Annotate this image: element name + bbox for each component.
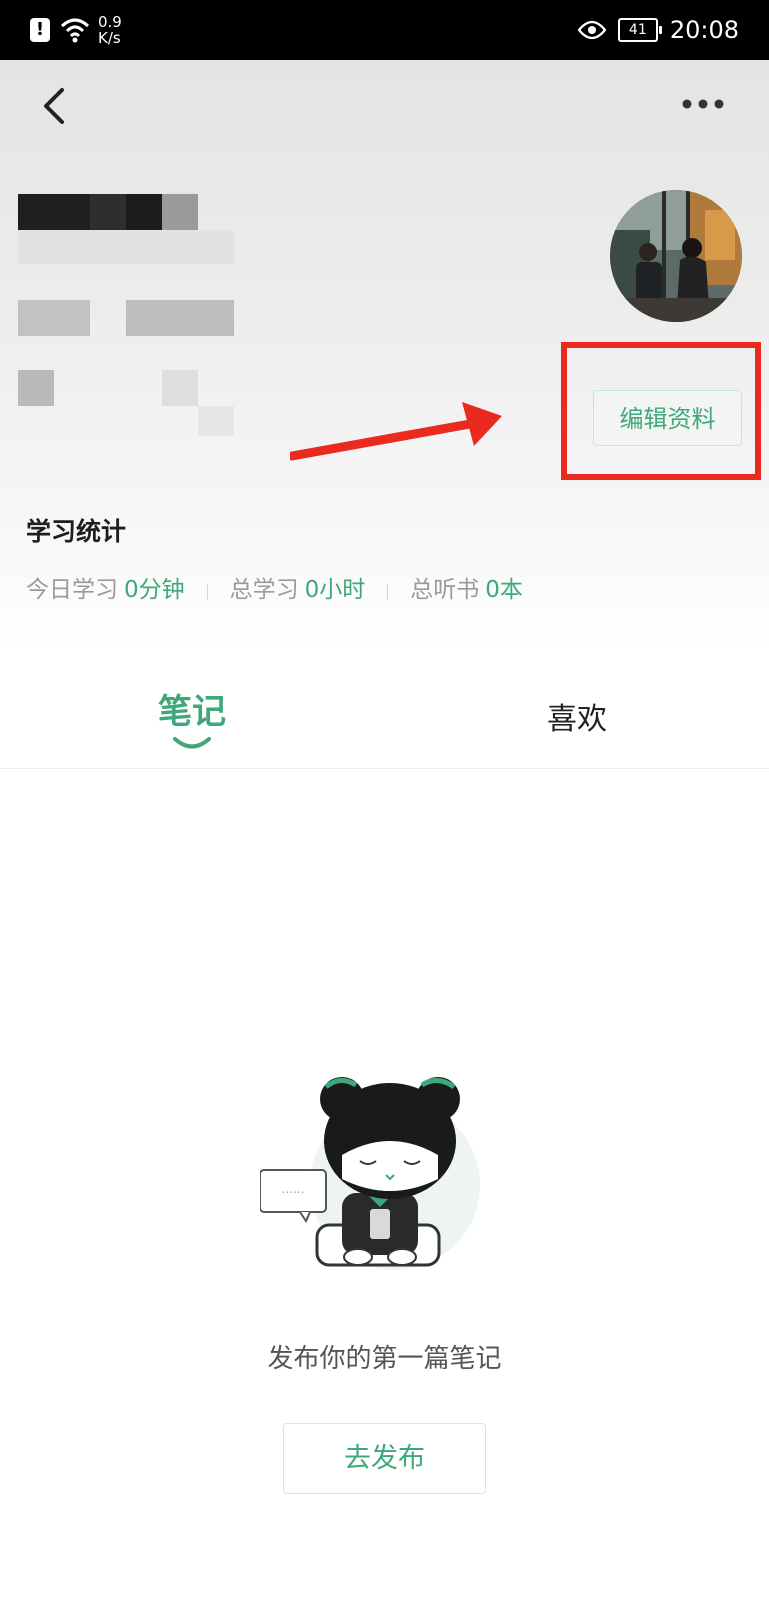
learning-stats-row: 今日学习 0分钟 总学习 0小时 总听书 0本 (26, 570, 523, 604)
profile-header: 编辑资料 学习统计 今日学习 0分钟 总学习 0小时 总听书 0本 (0, 60, 769, 650)
avatar-photo (610, 190, 742, 322)
network-speed: 0.9 K/s (98, 14, 122, 46)
publish-button[interactable]: 去发布 (283, 1423, 486, 1494)
stat-label-today: 今日学习 (26, 577, 118, 603)
content-tabs: 笔记 喜欢 (0, 664, 769, 769)
wifi-icon (60, 18, 90, 43)
alert-icon: ! (30, 18, 50, 42)
clock: 20:08 (669, 16, 739, 44)
stat-value-total: 0小时 (304, 577, 366, 603)
empty-notes-illustration: ...... (260, 1077, 480, 1270)
network-speed-value: 0.9 (98, 13, 122, 31)
redacted-block (18, 230, 234, 264)
status-bar-right: 41 20:08 (577, 10, 739, 50)
status-bar: ! 0.9 K/s 41 20:08 (0, 0, 769, 60)
redacted-block (162, 370, 198, 406)
redacted-block (126, 194, 162, 230)
learning-stats-title: 学习统计 (26, 517, 127, 546)
divider (206, 584, 208, 600)
battery-indicator: 41 (617, 18, 662, 42)
status-bar-left: ! 0.9 K/s (30, 10, 122, 50)
redacted-block (162, 194, 198, 230)
stat-label-books: 总听书 (410, 577, 480, 603)
redacted-block (126, 300, 234, 336)
stat-value-books: 0本 (485, 577, 523, 603)
back-arrow-icon[interactable] (38, 86, 72, 126)
redacted-block (90, 194, 126, 230)
eye-icon (577, 20, 606, 40)
redacted-block (18, 300, 90, 336)
network-speed-unit: K/s (98, 29, 121, 47)
redacted-block (18, 370, 54, 406)
annotation-highlight-box (561, 342, 761, 480)
annotation-arrow-icon (290, 402, 502, 461)
active-tab-indicator (173, 737, 211, 749)
more-options-icon[interactable] (681, 92, 725, 116)
divider (387, 584, 389, 600)
redacted-block (198, 406, 234, 436)
stat-value-today: 0分钟 (124, 577, 185, 603)
svg-text:......: ...... (282, 1182, 305, 1196)
stat-label-total: 总学习 (229, 577, 299, 603)
redacted-block (18, 194, 90, 230)
avatar[interactable] (610, 190, 742, 322)
tab-likes[interactable]: 喜欢 (527, 694, 627, 798)
empty-state-message: 发布你的第一篇笔记 (267, 1344, 502, 1374)
